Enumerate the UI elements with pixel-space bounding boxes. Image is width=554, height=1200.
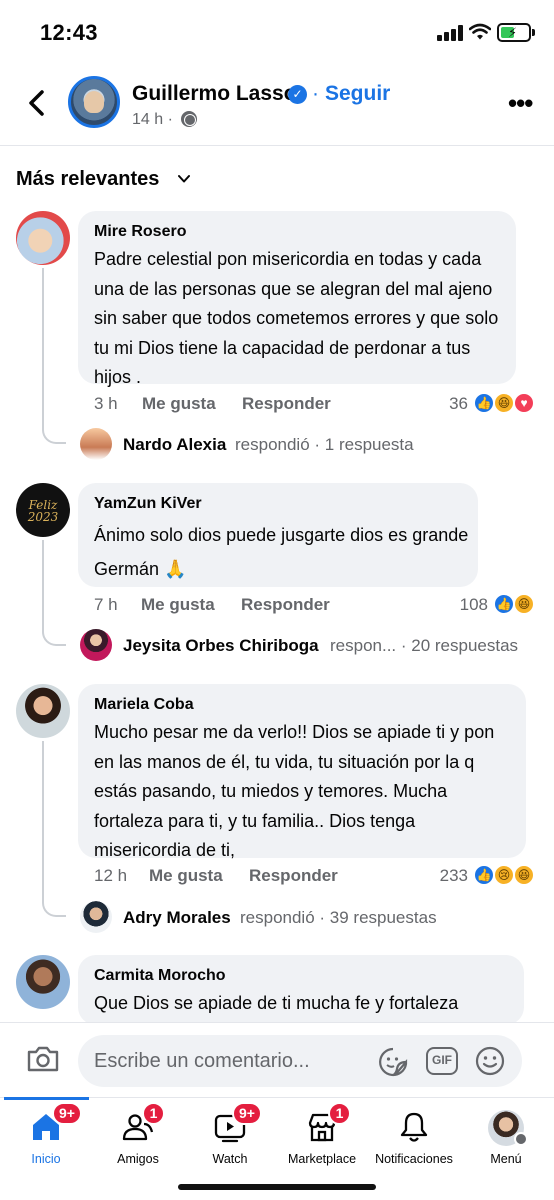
author-name[interactable]: Guillermo Lasso (132, 82, 297, 106)
commenter-avatar[interactable] (16, 211, 70, 265)
reply-button[interactable]: Responder (249, 866, 338, 886)
wifi-icon (469, 23, 491, 40)
post-time[interactable]: 14 h · (132, 111, 173, 129)
reply-avatar[interactable] (80, 901, 112, 933)
reaction-count[interactable]: 108 (452, 595, 488, 615)
reply-author[interactable]: Nardo Alexia (123, 435, 226, 455)
comment-text: Que Dios se apiade de ti mucha fe y fort… (94, 993, 459, 1013)
emoji-icon[interactable] (475, 1046, 505, 1076)
battery-cap (532, 29, 535, 36)
comment-time: 12 h (94, 866, 128, 885)
comment-bubble[interactable]: Carmita Morocho Que Dios se apiade de ti… (78, 955, 524, 1025)
battery-icon: ⚡ (497, 23, 531, 42)
haha-icon: 😆 (493, 392, 515, 414)
tab-label: Notificaciones (375, 1152, 453, 1166)
tab-label: Marketplace (287, 1152, 357, 1166)
post-header: Guillermo Lasso ✓ · Seguir 14 h · ••• (0, 66, 554, 146)
comment-bubble[interactable]: Mariela Coba Mucho pesar me da verlo!! D… (78, 684, 526, 860)
back-arrow-icon[interactable] (24, 88, 50, 118)
tab-notificaciones[interactable]: Notificaciones (368, 1098, 460, 1178)
status-bar: 12:43 ⚡ (0, 0, 554, 66)
reply-summary[interactable]: respondió · 1 respuesta (235, 435, 414, 455)
sad-icon: 😢 (493, 864, 515, 886)
notification-badge: 9+ (232, 1102, 262, 1125)
comment-time: 3 h (94, 394, 118, 413)
tab-label: Menú (490, 1152, 522, 1166)
like-icon: 👍 (493, 593, 515, 615)
comment-bubble[interactable]: Mire Rosero Padre celestial pon miserico… (78, 211, 516, 387)
globe-icon (181, 111, 197, 127)
notification-badge: 1 (142, 1102, 165, 1125)
comment-time: 7 h (94, 595, 118, 614)
haha-icon: 😆 (513, 593, 535, 615)
commenter-avatar[interactable] (16, 955, 70, 1009)
follow-button[interactable]: Seguir (325, 82, 390, 106)
haha-icon: 😆 (513, 864, 535, 886)
commenter-avatar[interactable]: Feliz 2023 (16, 483, 70, 537)
tab-label: Watch (212, 1152, 248, 1166)
author-avatar[interactable] (68, 76, 120, 128)
comment-bubble[interactable]: YamZun KiVer Ánimo solo dios puede jusga… (78, 483, 478, 587)
verified-badge-icon: ✓ (288, 85, 307, 104)
bell-icon (400, 1112, 428, 1142)
reply-summary[interactable]: respondió · 39 respuestas (240, 908, 437, 928)
like-button[interactable]: Me gusta (141, 595, 215, 615)
comment-text: Padre celestial pon misericordia en toda… (94, 249, 499, 387)
commenter-name[interactable]: YamZun KiVer (94, 495, 202, 513)
comment-text: Ánimo solo dios puede jusgarte dios es g… (94, 525, 469, 579)
tab-label: Amigos (117, 1152, 159, 1166)
love-icon: ♥ (513, 392, 535, 414)
sort-dropdown[interactable]: Más relevantes (16, 168, 159, 191)
notification-badge: 9+ (52, 1102, 82, 1125)
reply-summary[interactable]: respon... · 20 respuestas (330, 636, 518, 656)
home-indicator (178, 1184, 376, 1190)
reply-author[interactable]: Jeysita Orbes Chiriboga (123, 636, 319, 656)
reaction-count[interactable]: 233 (432, 866, 468, 886)
tab-inicio[interactable]: 9+ Inicio (0, 1098, 92, 1178)
commenter-avatar[interactable] (16, 684, 70, 738)
menu-badge-icon (514, 1132, 528, 1146)
like-icon: 👍 (473, 392, 495, 414)
reply-thread-line (42, 741, 66, 917)
like-button[interactable]: Me gusta (142, 394, 216, 414)
comment-text: Mucho pesar me da verlo!! Dios se apiade… (94, 722, 495, 860)
reply-avatar[interactable] (80, 428, 112, 460)
cellular-signal-icon (437, 25, 463, 41)
like-icon: 👍 (473, 864, 495, 886)
reply-avatar[interactable] (80, 629, 112, 661)
tab-marketplace[interactable]: 1 Marketplace (276, 1098, 368, 1178)
tab-amigos[interactable]: 1 Amigos (92, 1098, 184, 1178)
comment-composer: GIF (0, 1022, 554, 1097)
gif-icon[interactable]: GIF (426, 1047, 458, 1075)
camera-icon[interactable] (26, 1045, 60, 1073)
tab-menu[interactable]: Menú (460, 1098, 552, 1178)
commenter-name[interactable]: Carmita Morocho (94, 967, 226, 985)
sticker-icon[interactable] (378, 1047, 408, 1077)
reply-thread-line (42, 268, 66, 444)
notification-badge: 1 (328, 1102, 351, 1125)
tab-label: Inicio (31, 1152, 61, 1166)
commenter-name[interactable]: Mire Rosero (94, 223, 186, 241)
chevron-down-icon[interactable] (178, 173, 190, 185)
reaction-count[interactable]: 36 (432, 394, 468, 414)
more-options-button[interactable]: ••• (508, 90, 533, 116)
commenter-name[interactable]: Mariela Coba (94, 696, 194, 714)
reply-button[interactable]: Responder (242, 394, 331, 414)
follow-separator: · (312, 82, 319, 105)
tab-watch[interactable]: 9+ Watch (184, 1098, 276, 1178)
like-button[interactable]: Me gusta (149, 866, 223, 886)
reply-author[interactable]: Adry Morales (123, 908, 231, 928)
reply-button[interactable]: Responder (241, 595, 330, 615)
status-time: 12:43 (40, 20, 98, 45)
reply-thread-line (42, 540, 66, 646)
